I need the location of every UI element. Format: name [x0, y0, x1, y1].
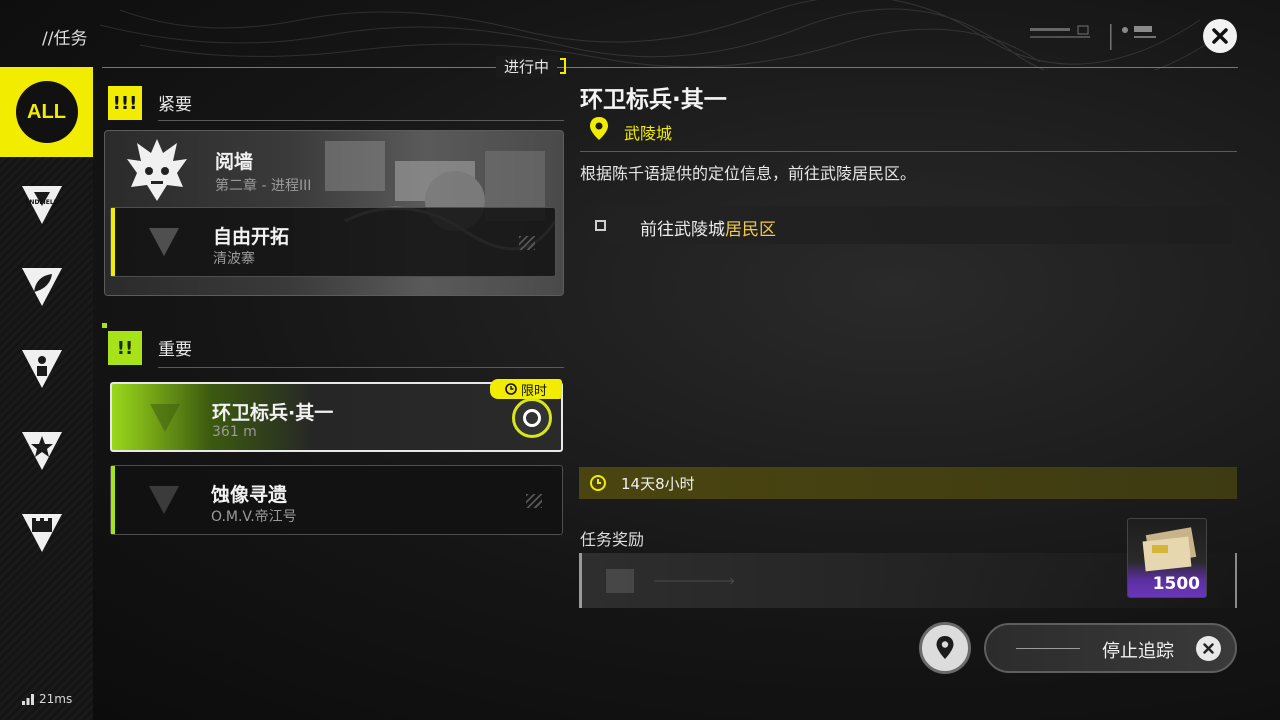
- category-all-tab[interactable]: ALL: [0, 67, 93, 157]
- castle-icon[interactable]: [20, 510, 64, 554]
- quest-card[interactable]: 自由开拓 清波寨: [110, 207, 556, 277]
- map-locate-button[interactable]: [919, 622, 971, 674]
- reward-label: 任务奖励: [580, 530, 645, 549]
- time-remaining-bar: 14天8小时: [579, 467, 1237, 499]
- clock-icon: [590, 475, 606, 491]
- close-button[interactable]: [1203, 19, 1237, 53]
- urgent-divider: [158, 120, 564, 121]
- leaf-icon[interactable]: [20, 264, 64, 308]
- endfield-emblem-icon: [149, 486, 179, 514]
- location-pin-icon: [590, 117, 608, 140]
- svg-text:ENDFIELD: ENDFIELD: [25, 199, 58, 206]
- map-pin-icon: [936, 636, 954, 659]
- person-icon[interactable]: [20, 346, 64, 390]
- stripe-decoration: [519, 236, 535, 250]
- network-ping: 21ms: [22, 692, 72, 706]
- ping-value: 21ms: [39, 692, 73, 706]
- important-divider: [158, 367, 564, 368]
- important-badge: !!: [108, 331, 142, 365]
- quest-card[interactable]: 蚀像寻遗 O.M.V.帝江号: [110, 465, 563, 535]
- star-icon[interactable]: [20, 428, 64, 472]
- bracket-mark: [560, 58, 566, 74]
- hud-status-decoration: [1030, 24, 1156, 50]
- currency-bundle-icon: [1142, 527, 1197, 572]
- stop-x-icon: [1196, 636, 1221, 661]
- detail-divider: [580, 151, 1237, 152]
- category-sidebar: [0, 67, 93, 720]
- quest-title: 蚀像寻遗: [211, 484, 288, 506]
- objective-checkbox-icon: [595, 220, 606, 231]
- important-label: 重要: [158, 340, 192, 360]
- urgent-label: 紧要: [158, 95, 192, 115]
- track-line-decoration: [1016, 648, 1080, 649]
- quest-subtitle: 第二章 - 进程III: [215, 178, 312, 194]
- page-title: //任务: [42, 29, 88, 49]
- quest-title: 自由开拓: [213, 226, 290, 248]
- card-accent: [111, 208, 115, 276]
- all-icon: ALL: [15, 81, 78, 143]
- urgent-badge: !!!: [108, 86, 142, 120]
- urgent-quest-panel[interactable]: 阅墙 第二章 - 进程III 自由开拓 清波寨: [104, 130, 564, 296]
- clock-icon: [505, 383, 517, 395]
- quest-subtitle: 清波寨: [213, 251, 255, 267]
- reward-item[interactable]: 1500: [1127, 518, 1207, 598]
- quest-title: 阅墙: [215, 151, 254, 173]
- tracking-target-icon[interactable]: [512, 398, 552, 438]
- in-progress-label: 进行中: [496, 56, 558, 78]
- detail-description: 根据陈千语提供的定位信息，前往武陵居民区。: [580, 164, 917, 183]
- signal-icon: [22, 693, 34, 705]
- time-remaining-text: 14天8小时: [621, 474, 695, 493]
- detail-title: 环卫标兵·其一: [580, 87, 727, 113]
- stop-tracking-button[interactable]: 停止追踪: [984, 623, 1237, 673]
- limited-time-badge: 限时: [490, 379, 562, 399]
- detail-location: 武陵城: [624, 124, 673, 143]
- section-divider: [102, 67, 1238, 68]
- quest-title: 环卫标兵·其一: [212, 402, 334, 424]
- endfield-emblem-icon: [150, 404, 180, 432]
- demon-mask-icon: [127, 139, 187, 201]
- crate-icon: [606, 569, 734, 593]
- card-accent: [111, 466, 115, 534]
- limited-time-label: 限时: [520, 383, 547, 399]
- objective-text: 前往武陵城居民区: [640, 220, 776, 240]
- quest-subtitle: O.M.V.帝江号: [211, 509, 297, 525]
- corner-dot: [102, 323, 107, 328]
- close-icon: [1212, 28, 1228, 44]
- reward-quantity: 1500: [1152, 574, 1200, 594]
- quest-distance: 361 m: [212, 424, 257, 440]
- endfield-emblem-icon: [149, 228, 179, 256]
- stripe-decoration: [526, 494, 542, 508]
- stop-tracking-label: 停止追踪: [1102, 641, 1174, 662]
- reward-strip-edge: [1235, 553, 1237, 608]
- endfield-icon[interactable]: ENDFIELD: [20, 182, 64, 226]
- objective-highlight: 居民区: [725, 220, 776, 240]
